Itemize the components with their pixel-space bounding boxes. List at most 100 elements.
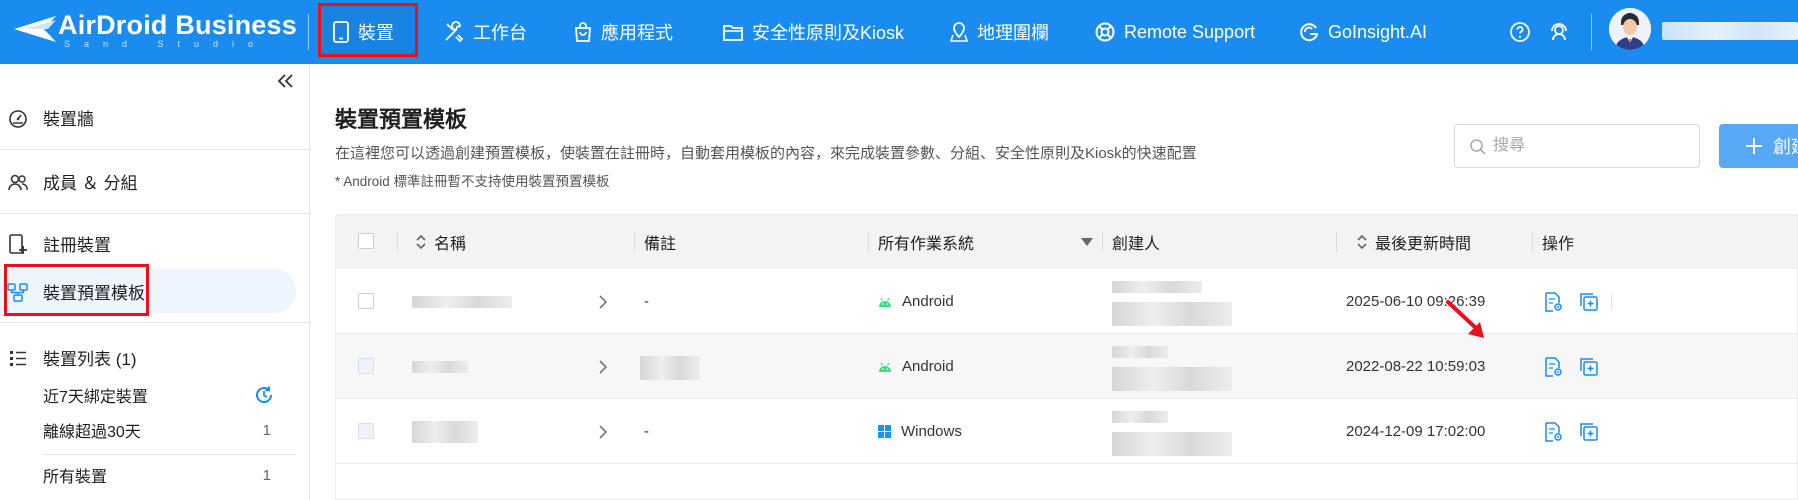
header-divider <box>634 232 635 252</box>
row-checkbox[interactable] <box>358 423 374 439</box>
logo-text: AirDroid Business <box>58 10 297 40</box>
column-header-name[interactable]: 名稱 <box>415 215 466 269</box>
edit-settings-icon[interactable] <box>1542 291 1564 313</box>
column-label-os: 所有作業系統 <box>878 236 975 253</box>
goinsight-icon <box>1300 23 1319 42</box>
row-checkbox[interactable] <box>358 358 374 374</box>
remark-redacted <box>640 356 700 380</box>
nav-item-apps[interactable]: 應用程式 <box>573 0 673 64</box>
template-name-redacted <box>412 421 478 443</box>
page-title: 裝置預置模板 <box>335 107 468 132</box>
table-row[interactable]: - Android 2025-06-10 09:26:39 <box>336 269 1797 334</box>
chevron-right-icon[interactable] <box>598 295 608 309</box>
header-divider <box>1532 232 1533 252</box>
header-divider <box>1336 232 1337 252</box>
column-header-actions: 操作 <box>1542 215 1574 269</box>
creator-email-redacted <box>1112 367 1232 391</box>
column-label-actions: 操作 <box>1542 236 1575 253</box>
row-updated-time: 2024-12-09 17:02:00 <box>1346 423 1486 440</box>
list-icon <box>10 351 26 366</box>
nav-item-devices[interactable]: 裝置 <box>332 0 394 64</box>
plus-icon <box>1746 138 1762 154</box>
topbar-divider <box>308 14 309 50</box>
table-row[interactable]: - Windows 2024-12-09 17:02:00 <box>336 399 1797 464</box>
sidebar-divider <box>0 213 309 214</box>
red-annotation-arrow-icon <box>1446 300 1484 338</box>
sidebar-sub-item-all-devices[interactable]: 所有裝置 1 <box>43 459 288 491</box>
sidebar-item-device-wall[interactable]: 裝置牆 <box>0 93 310 141</box>
row-checkbox[interactable] <box>358 293 374 309</box>
sub-item-label: 離線超過30天 <box>43 424 141 441</box>
help-icon[interactable] <box>1508 20 1532 44</box>
template-name-redacted <box>412 296 512 308</box>
support-agent-icon[interactable] <box>1547 20 1571 44</box>
sort-icon <box>416 234 426 250</box>
nav-label-policy-kiosk: 安全性原則及Kiosk <box>752 23 905 43</box>
sidebar-item-register-device[interactable]: 註冊裝置 <box>0 219 310 267</box>
copy-icon[interactable] <box>1578 421 1600 443</box>
row-remark: - <box>644 423 649 440</box>
column-label-creator: 創建人 <box>1112 236 1161 253</box>
creator-name-redacted <box>1112 411 1168 423</box>
sub-item-label: 所有裝置 <box>43 469 108 486</box>
nav-item-policy-kiosk[interactable]: 安全性原則及Kiosk <box>722 0 904 64</box>
copy-icon[interactable] <box>1578 356 1600 378</box>
nav-label-remote-support: Remote Support <box>1124 21 1256 42</box>
nav-item-goinsight[interactable]: GoInsight.AI <box>1298 0 1427 64</box>
chevron-right-icon[interactable] <box>598 360 608 374</box>
column-header-os[interactable]: 所有作業系統 <box>878 215 1093 269</box>
nav-item-remote-support[interactable]: Remote Support <box>1094 0 1255 64</box>
logo-tagline: Sand Studio <box>64 39 268 49</box>
shopping-bag-icon <box>575 22 591 42</box>
sidebar-item-members-groups[interactable]: 成員 ＆ 分組 <box>0 157 310 205</box>
column-label-remark: 備註 <box>644 236 677 253</box>
sidebar-sub-item-offline-30-days[interactable]: 離線超過30天 1 <box>43 414 288 446</box>
avatar[interactable] <box>1609 8 1651 50</box>
sidebar-sub-item-bound-7-days[interactable]: 近7天綁定裝置 <box>43 379 288 411</box>
column-label-updated: 最後更新時間 <box>1375 236 1472 253</box>
windows-icon <box>878 425 891 438</box>
row-os-label: Windows <box>901 423 962 440</box>
search-input[interactable] <box>1493 135 1688 157</box>
table-row[interactable]: Android 2022-08-22 10:59:03 <box>336 334 1797 399</box>
column-header-updated[interactable]: 最後更新時間 <box>1356 215 1471 269</box>
row-remark: - <box>644 293 649 310</box>
row-os-label: Android <box>902 293 954 310</box>
sidebar-label-device-wall: 裝置牆 <box>43 109 94 129</box>
dashboard-icon <box>9 110 27 128</box>
nav-label-workbench: 工作台 <box>473 23 527 43</box>
topbar-divider-right <box>1591 14 1592 50</box>
sidebar: 裝置牆 成員 ＆ 分組 註冊裝置 裝置預置模板 裝置列表 (1) 近7天綁定裝置… <box>0 64 310 500</box>
airdroid-logo[interactable]: AirDroid Business Sand Studio <box>12 10 302 54</box>
search-box[interactable] <box>1454 124 1700 168</box>
tools-icon <box>445 21 464 43</box>
sidebar-label-device-list: 裝置列表 (1) <box>43 349 137 369</box>
filter-dropdown-icon[interactable] <box>1081 238 1093 246</box>
column-label-name: 名稱 <box>434 236 467 253</box>
header-divider <box>1102 232 1103 252</box>
select-all-checkbox[interactable] <box>358 233 374 249</box>
username-redacted <box>1662 22 1798 40</box>
nav-label-geofence: 地理圍欄 <box>977 23 1049 43</box>
row-os: Android <box>878 334 954 399</box>
nav-item-workbench[interactable]: 工作台 <box>443 0 527 64</box>
sidebar-item-device-list[interactable]: 裝置列表 (1) <box>0 333 310 381</box>
template-name-redacted <box>412 361 468 373</box>
creator-name-redacted <box>1112 281 1202 293</box>
nav-item-geofence[interactable]: 地理圍欄 <box>949 0 1049 64</box>
refresh-clock-icon[interactable] <box>254 385 274 405</box>
collapse-sidebar-icon[interactable] <box>275 70 297 92</box>
header-divider <box>868 232 869 252</box>
android-icon <box>879 362 891 372</box>
sidebar-divider <box>0 322 309 323</box>
create-template-button[interactable]: 創建 <box>1719 124 1798 168</box>
chevron-right-icon[interactable] <box>598 425 608 439</box>
top-navigation-bar: AirDroid Business Sand Studio 裝置 工作台 應用程… <box>0 0 1798 64</box>
copy-icon[interactable] <box>1578 291 1600 313</box>
page-description: 在這裡您可以透過創建預置模板，使裝置在註冊時，自動套用模板的內容，來完成裝置參數… <box>335 145 1197 162</box>
sort-icon <box>1357 234 1367 250</box>
row-os-label: Android <box>902 358 954 375</box>
map-pin-icon <box>949 22 969 42</box>
edit-settings-icon[interactable] <box>1542 421 1564 443</box>
edit-settings-icon[interactable] <box>1542 356 1564 378</box>
